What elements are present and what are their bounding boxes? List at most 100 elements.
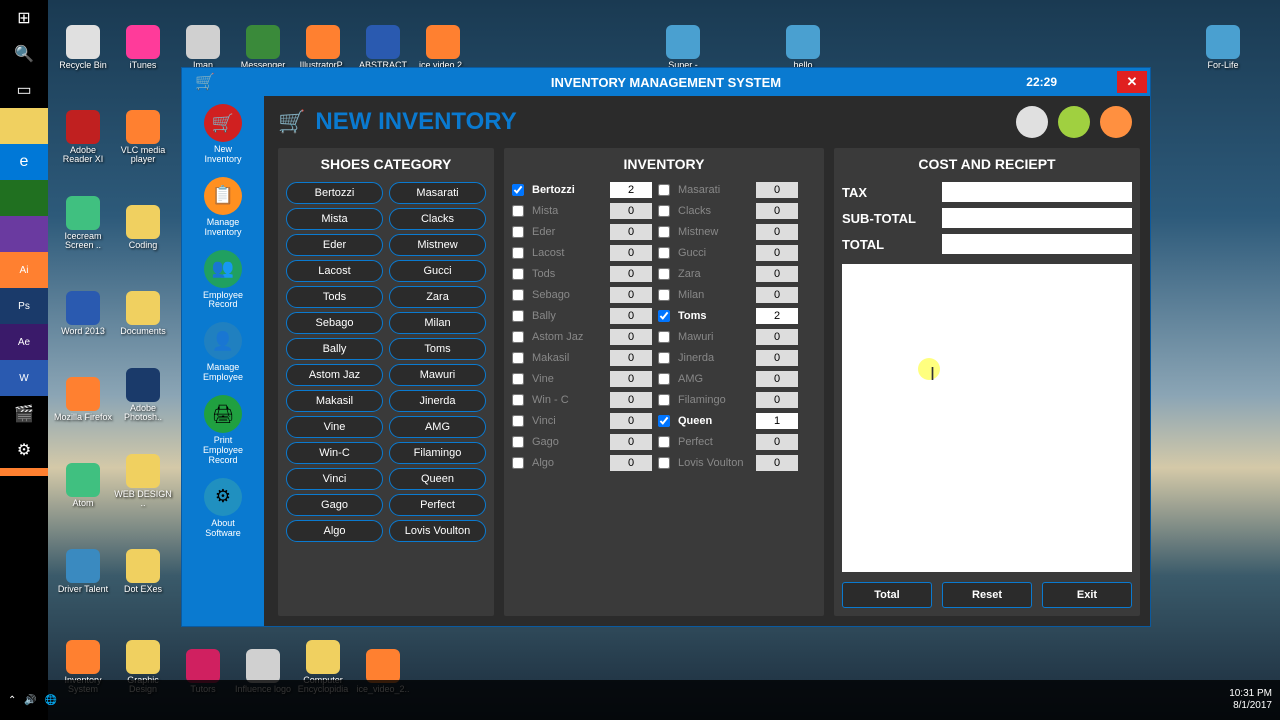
inventory-checkbox[interactable] <box>658 268 670 280</box>
desktop-icon[interactable]: Adobe Photosh.. <box>114 344 172 422</box>
header-shortcut-icon[interactable] <box>1100 106 1132 138</box>
inventory-checkbox[interactable] <box>658 436 670 448</box>
ai-icon[interactable]: Ai <box>0 252 48 288</box>
header-shortcut-icon[interactable] <box>1016 106 1048 138</box>
desktop-icon[interactable] <box>474 6 532 70</box>
category-button[interactable]: Gucci <box>389 260 486 282</box>
desktop-icon[interactable]: ice video 2.. <box>414 6 472 70</box>
settings-icon[interactable]: ⚙ <box>0 432 48 468</box>
tray-expand-icon[interactable]: ⌃ <box>8 695 16 706</box>
sidebar-item[interactable]: 👥EmployeeRecord <box>203 250 243 311</box>
taskbar-app-icon[interactable] <box>0 468 48 476</box>
inventory-checkbox[interactable] <box>512 436 524 448</box>
category-button[interactable]: Queen <box>389 468 486 490</box>
inventory-checkbox[interactable] <box>658 289 670 301</box>
exit-button[interactable]: Exit <box>1042 582 1132 608</box>
file-explorer-icon[interactable] <box>0 108 48 144</box>
category-button[interactable]: Jinerda <box>389 390 486 412</box>
sidebar-item[interactable]: ⚙AboutSoftware <box>204 478 242 539</box>
inventory-checkbox[interactable] <box>658 373 670 385</box>
inventory-value[interactable] <box>756 350 798 366</box>
inventory-checkbox[interactable] <box>512 184 524 196</box>
desktop-icon[interactable]: Messenger <box>234 6 292 70</box>
category-button[interactable]: Gago <box>286 494 383 516</box>
inventory-value[interactable] <box>756 329 798 345</box>
category-button[interactable]: Milan <box>389 312 486 334</box>
inventory-checkbox[interactable] <box>658 331 670 343</box>
inventory-value[interactable] <box>610 266 652 282</box>
inventory-value[interactable] <box>610 350 652 366</box>
category-button[interactable]: Toms <box>389 338 486 360</box>
start-icon[interactable]: ⊞ <box>0 0 48 36</box>
sidebar-item[interactable]: 🖨PrintEmployeeRecord <box>203 395 243 466</box>
inventory-value[interactable] <box>610 455 652 471</box>
category-button[interactable]: AMG <box>389 416 486 438</box>
inventory-value[interactable] <box>610 329 652 345</box>
category-button[interactable]: Vine <box>286 416 383 438</box>
inventory-checkbox[interactable] <box>658 205 670 217</box>
category-button[interactable]: Win-C <box>286 442 383 464</box>
sidebar-item[interactable]: 👤ManageEmployee <box>203 322 243 383</box>
inventory-value[interactable] <box>756 308 798 324</box>
desktop-icon[interactable] <box>1074 6 1132 70</box>
category-button[interactable]: Tods <box>286 286 383 308</box>
desktop-icon[interactable] <box>534 6 592 70</box>
desktop-icon[interactable] <box>894 6 952 70</box>
inventory-checkbox[interactable] <box>512 289 524 301</box>
category-button[interactable]: Clacks <box>389 208 486 230</box>
movies-icon[interactable]: 🎬 <box>0 396 48 432</box>
inventory-value[interactable] <box>756 287 798 303</box>
inventory-value[interactable] <box>610 245 652 261</box>
receipt-area[interactable]: I <box>842 264 1132 572</box>
category-button[interactable]: Lacost <box>286 260 383 282</box>
desktop-icon[interactable]: Coding <box>114 172 172 250</box>
desktop-icon[interactable]: ABSTRACT <box>354 6 412 70</box>
desktop-icon[interactable] <box>954 6 1012 70</box>
category-button[interactable]: Bally <box>286 338 383 360</box>
inventory-value[interactable] <box>756 182 798 198</box>
inventory-value[interactable] <box>756 413 798 429</box>
ae-icon[interactable]: Ae <box>0 324 48 360</box>
inventory-value[interactable] <box>610 371 652 387</box>
close-button[interactable]: ✕ <box>1117 71 1147 93</box>
desktop-icon[interactable]: Atom <box>54 430 112 508</box>
desktop-icon[interactable]: hello <box>774 6 832 70</box>
desktop-icon[interactable]: Mozilla Firefox <box>54 344 112 422</box>
desktop-icon[interactable]: Documents <box>114 258 172 336</box>
volume-icon[interactable]: 🔊 <box>24 695 36 706</box>
category-button[interactable]: Eder <box>286 234 383 256</box>
inventory-checkbox[interactable] <box>512 415 524 427</box>
inventory-value[interactable] <box>756 455 798 471</box>
word-icon[interactable]: W <box>0 360 48 396</box>
inventory-checkbox[interactable] <box>658 415 670 427</box>
subtotal-input[interactable] <box>942 208 1132 228</box>
inventory-checkbox[interactable] <box>512 394 524 406</box>
inventory-value[interactable] <box>756 203 798 219</box>
total-input[interactable] <box>942 234 1132 254</box>
inventory-checkbox[interactable] <box>512 247 524 259</box>
taskbar-app-icon[interactable] <box>0 180 48 216</box>
desktop-icon[interactable] <box>714 6 772 70</box>
category-button[interactable]: Mista <box>286 208 383 230</box>
inventory-checkbox[interactable] <box>512 331 524 343</box>
category-button[interactable]: Filamingo <box>389 442 486 464</box>
desktop-icon[interactable]: Driver Talent <box>54 516 112 594</box>
desktop-icon[interactable]: IllustratorP.. <box>294 6 352 70</box>
category-button[interactable]: Makasil <box>286 390 383 412</box>
inventory-value[interactable] <box>610 203 652 219</box>
taskbar-clock[interactable]: 10:31 PM 8/1/2017 <box>1229 688 1272 712</box>
network-icon[interactable]: 🌐 <box>45 695 57 706</box>
header-shortcut-icon[interactable] <box>1058 106 1090 138</box>
category-button[interactable]: Lovis Voulton <box>389 520 486 542</box>
inventory-value[interactable] <box>610 308 652 324</box>
category-button[interactable]: Astom Jaz <box>286 364 383 386</box>
inventory-value[interactable] <box>610 224 652 240</box>
inventory-value[interactable] <box>756 371 798 387</box>
desktop-icon[interactable]: Icecream Screen .. <box>54 172 112 250</box>
inventory-checkbox[interactable] <box>658 352 670 364</box>
inventory-value[interactable] <box>610 287 652 303</box>
category-button[interactable]: Masarati <box>389 182 486 204</box>
desktop-icon[interactable]: WEB DESIGN .. <box>114 430 172 508</box>
inventory-checkbox[interactable] <box>658 310 670 322</box>
inventory-value[interactable] <box>756 392 798 408</box>
